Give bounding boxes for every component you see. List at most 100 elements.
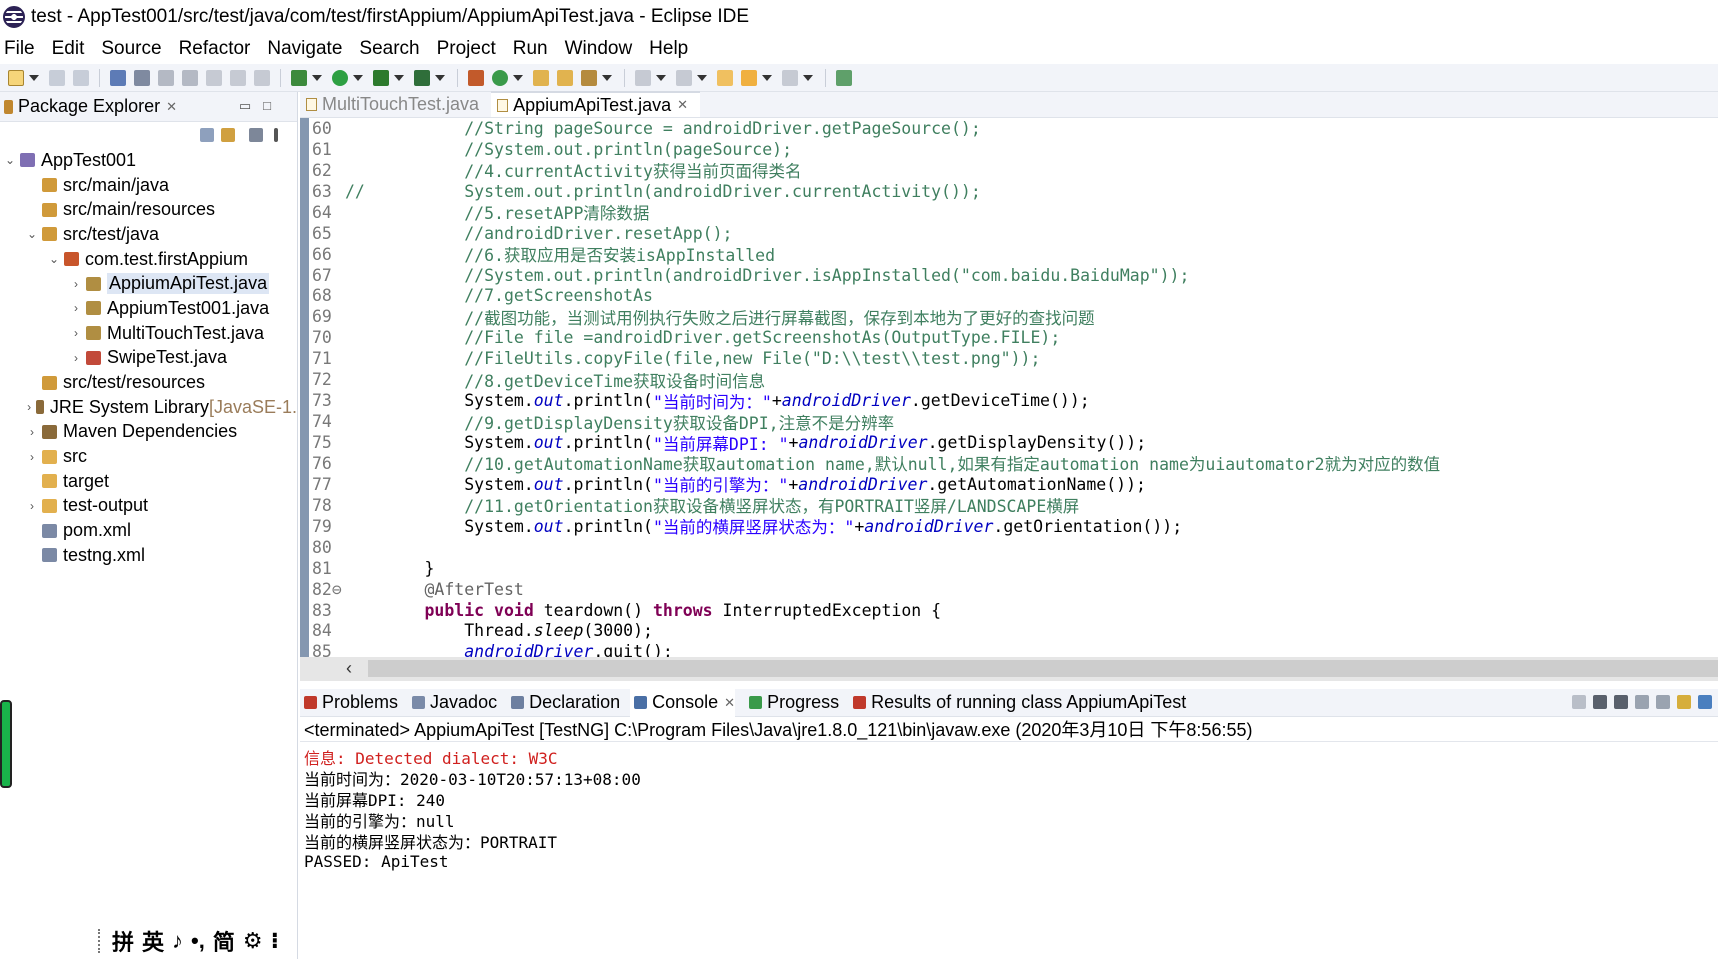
ime-button[interactable]: 英 xyxy=(142,925,164,957)
prev-annotation-icon[interactable] xyxy=(676,69,692,86)
scroll-lock-icon[interactable] xyxy=(1656,695,1670,709)
ime-button[interactable]: ⚙ xyxy=(243,928,263,954)
menu-window[interactable]: Window xyxy=(561,38,641,60)
forward-dropdown-icon[interactable] xyxy=(803,74,813,81)
tree-item[interactable]: ⌄ AppTest001 xyxy=(0,148,297,173)
pin-icon[interactable] xyxy=(134,69,150,86)
remove-all-icon[interactable] xyxy=(1614,695,1628,709)
ime-button[interactable]: 简 xyxy=(213,925,235,957)
tab-javadoc[interactable]: Javadoc xyxy=(408,689,497,717)
editor-tab[interactable]: MultiTouchTest.java xyxy=(300,91,491,117)
view-menu-icon[interactable] xyxy=(274,128,278,142)
open-type-icon[interactable] xyxy=(533,69,549,86)
tree-item[interactable]: › src xyxy=(0,444,297,469)
forward-icon[interactable] xyxy=(782,69,798,86)
block-icon[interactable] xyxy=(206,69,222,86)
scrollbar-thumb[interactable] xyxy=(368,660,1718,677)
expand-toggle-icon[interactable]: › xyxy=(70,301,82,315)
save-all-icon[interactable] xyxy=(73,69,89,86)
remove-launch-icon[interactable] xyxy=(1593,695,1607,709)
expand-toggle-icon[interactable]: › xyxy=(26,425,38,439)
tree-item[interactable]: › JRE System Library [JavaSE-1. xyxy=(0,395,297,420)
close-icon[interactable]: ✕ xyxy=(677,97,688,113)
close-icon[interactable]: ✕ xyxy=(724,695,735,711)
ime-grip-icon[interactable] xyxy=(98,929,104,953)
save-icon[interactable] xyxy=(49,69,65,86)
new-dropdown-icon[interactable] xyxy=(29,74,39,81)
tree-item[interactable]: › test-output xyxy=(0,494,297,519)
search-icon[interactable] xyxy=(581,69,597,86)
tree-item[interactable]: ⌄ com.test.firstAppium xyxy=(0,247,297,272)
tree-item[interactable]: src/main/resources xyxy=(0,197,297,222)
last-edit-icon[interactable] xyxy=(717,69,733,86)
code-editor[interactable]: 60 //String pageSource = androidDriver.g… xyxy=(300,118,1718,657)
link-with-editor-icon[interactable] xyxy=(221,128,235,142)
console-view[interactable]: <terminated> AppiumApiTest [TestNG] C:\P… xyxy=(300,717,1718,959)
collapse-all-icon[interactable] xyxy=(200,128,214,142)
minimize-maximize-icon[interactable]: ▭□ xyxy=(239,98,283,114)
expand-toggle-icon[interactable]: › xyxy=(26,499,38,513)
tree-item[interactable]: src/test/resources xyxy=(0,370,297,395)
coverage-icon[interactable] xyxy=(373,69,389,86)
tree-item[interactable]: pom.xml xyxy=(0,518,297,543)
next-annotation-icon[interactable] xyxy=(635,69,651,86)
new-class-dropdown-icon[interactable] xyxy=(513,74,523,81)
search-dropdown-icon[interactable] xyxy=(602,74,612,81)
tree-item[interactable]: › AppiumTest001.java xyxy=(0,296,297,321)
next-annotation-dropdown-icon[interactable] xyxy=(656,74,666,81)
tree-item[interactable]: › AppiumApiTest.java xyxy=(0,271,297,296)
editor-horizontal-scrollbar[interactable]: ‹ xyxy=(300,657,1718,681)
package-explorer-tab[interactable]: Package Explorer ✕ ▭□ xyxy=(0,92,297,122)
prev-annotation-dropdown-icon[interactable] xyxy=(697,74,707,81)
back-icon[interactable] xyxy=(741,69,757,86)
debug-dropdown-icon[interactable] xyxy=(312,74,322,81)
link-icon[interactable] xyxy=(182,69,198,86)
expand-toggle-icon[interactable]: › xyxy=(26,400,32,414)
external-tools-icon[interactable] xyxy=(414,69,430,86)
debug-icon[interactable] xyxy=(291,69,307,86)
ime-button[interactable]: ⁝ xyxy=(271,928,279,954)
tree-item[interactable]: testng.xml xyxy=(0,543,297,568)
new-java-project-icon[interactable] xyxy=(468,69,484,86)
tree-item[interactable]: target xyxy=(0,469,297,494)
run-icon[interactable] xyxy=(332,69,348,86)
expand-toggle-icon[interactable]: › xyxy=(70,326,82,340)
menu-help[interactable]: Help xyxy=(645,38,696,60)
tab-console[interactable]: Console ✕ xyxy=(630,688,736,717)
tree-item[interactable]: › Maven Dependencies xyxy=(0,420,297,445)
editor-tab[interactable]: AppiumApiTest.java ✕ xyxy=(491,91,701,117)
ime-button[interactable]: 拼 xyxy=(112,925,134,957)
menu-search[interactable]: Search xyxy=(355,38,427,60)
new-icon[interactable] xyxy=(8,69,24,86)
expand-toggle-icon[interactable]: › xyxy=(70,277,82,291)
expand-toggle-icon[interactable]: ⌄ xyxy=(4,153,16,167)
filter-icon[interactable] xyxy=(249,128,263,142)
expand-toggle-icon[interactable]: ⌄ xyxy=(26,227,38,241)
open-perspective-icon[interactable] xyxy=(836,69,852,86)
frame-icon[interactable] xyxy=(230,69,246,86)
expand-toggle-icon[interactable]: ⌄ xyxy=(48,252,60,266)
scroll-left-icon[interactable]: ‹ xyxy=(346,658,352,679)
open-console-icon[interactable] xyxy=(1698,695,1712,709)
run-dropdown-icon[interactable] xyxy=(353,74,363,81)
menu-run[interactable]: Run xyxy=(509,38,556,60)
expand-toggle-icon[interactable]: › xyxy=(26,450,38,464)
tree-item[interactable]: ⌄ src/test/java xyxy=(0,222,297,247)
external-tools-dropdown-icon[interactable] xyxy=(435,74,445,81)
tree-item[interactable]: › SwipeTest.java xyxy=(0,346,297,371)
tab-results[interactable]: Results of running class AppiumApiTest xyxy=(849,689,1186,717)
menu-file[interactable]: File xyxy=(0,38,43,60)
tree-item[interactable]: src/main/java xyxy=(0,173,297,198)
expand-toggle-icon[interactable]: › xyxy=(70,351,82,365)
close-icon[interactable]: ✕ xyxy=(166,99,177,115)
tree-item[interactable]: › MultiTouchTest.java xyxy=(0,321,297,346)
tab-problems[interactable]: Problems xyxy=(300,689,398,717)
coverage-dropdown-icon[interactable] xyxy=(394,74,404,81)
word-wrap-icon[interactable] xyxy=(1677,695,1691,709)
edit-icon[interactable] xyxy=(158,69,174,86)
menu-refactor[interactable]: Refactor xyxy=(175,38,259,60)
skip-breakpoints-icon[interactable] xyxy=(110,69,126,86)
tab-declaration[interactable]: Declaration xyxy=(507,689,620,717)
open-folder-icon[interactable] xyxy=(557,69,573,86)
ime-button[interactable]: •, xyxy=(191,928,205,954)
